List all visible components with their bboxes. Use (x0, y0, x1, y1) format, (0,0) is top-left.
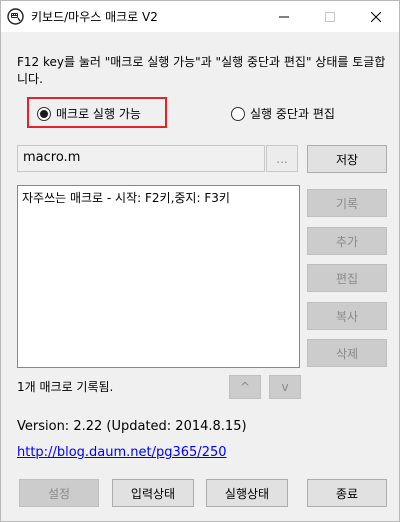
list-item[interactable]: 자주쓰는 매크로 - 시작: F2키,중지: F3키 (18, 186, 299, 209)
browse-button[interactable]: ... (266, 145, 298, 172)
window-title: 키보드/마우스 매크로 V2 (31, 10, 158, 24)
radio-label: 실행 중단과 편집 (250, 107, 335, 121)
exit-button[interactable]: 종료 (307, 479, 387, 507)
radio-checked-icon (37, 106, 51, 121)
toggle-description: F12 key를 눌러 "매크로 실행 가능"과 "실행 중단과 편집" 상태를… (17, 55, 386, 86)
close-button[interactable] (353, 1, 399, 32)
move-down-button[interactable]: v (269, 375, 301, 399)
edit-button[interactable]: 편집 (307, 264, 387, 292)
save-button[interactable]: 저장 (307, 145, 387, 173)
minimize-icon (279, 12, 289, 22)
radio-macro-run-enabled[interactable]: 매크로 실행 가능 (37, 105, 141, 122)
input-state-button[interactable]: 입력상태 (112, 479, 194, 507)
radio-unchecked-icon (231, 106, 245, 121)
close-icon (371, 11, 381, 22)
copy-button[interactable]: 복사 (307, 302, 387, 330)
maximize-icon (325, 11, 335, 22)
title-bar[interactable]: 키보드/마우스 매크로 V2 (1, 1, 399, 32)
delete-button[interactable]: 삭제 (307, 339, 387, 367)
minimize-button[interactable] (261, 1, 307, 32)
version-label: Version: 2.22 (Updated: 2014.8.15) (17, 419, 247, 434)
run-state-button[interactable]: 실행상태 (206, 479, 288, 507)
keyboard-mouse-app-icon (7, 8, 24, 25)
macro-list[interactable]: 자주쓰는 매크로 - 시작: F2키,중지: F3키 (17, 185, 300, 368)
main-window: 키보드/마우스 매크로 V2 F12 key를 눌러 "매크로 실행 가능"과 … (0, 0, 400, 522)
macro-count-label: 1개 매크로 기록됨. (17, 380, 114, 394)
record-button[interactable]: 기록 (307, 189, 387, 217)
add-button[interactable]: 추가 (307, 227, 387, 255)
maximize-button[interactable] (307, 1, 353, 32)
settings-button[interactable]: 설정 (19, 479, 99, 507)
radio-label: 매크로 실행 가능 (56, 107, 141, 121)
blog-link[interactable]: http://blog.daum.net/pg365/250 (17, 445, 227, 460)
move-up-button[interactable]: ^ (229, 375, 261, 399)
radio-stop-and-edit[interactable]: 실행 중단과 편집 (231, 105, 335, 122)
macro-file-field[interactable]: macro.m (17, 145, 265, 172)
